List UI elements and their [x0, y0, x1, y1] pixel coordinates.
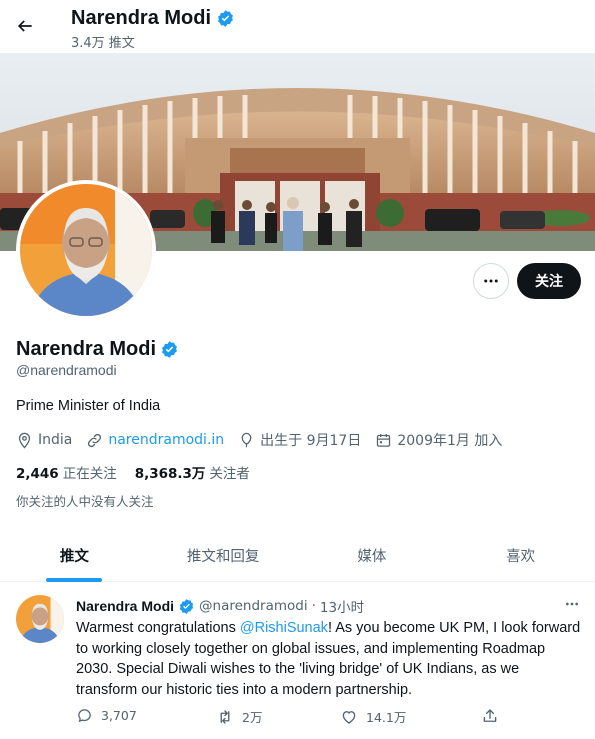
meta-birthday: 出生于 9月17日	[238, 430, 361, 450]
like-button[interactable]: 14.1万	[340, 707, 406, 726]
more-horizontal-icon	[566, 602, 578, 606]
profile-meta: India narendramodi.in 出生于 9月17日 2009年1月 …	[16, 430, 516, 450]
tweet-separator: ·	[311, 598, 316, 614]
tweet-time[interactable]: 13小时	[320, 596, 364, 616]
follow-stats: 2,446 正在关注 8,368.3万 关注者	[16, 462, 268, 482]
follow-button[interactable]: 关注	[517, 263, 581, 299]
header-name: Narendra Modi	[71, 7, 212, 29]
retweet-count: 2万	[242, 710, 263, 725]
header-title: Narendra Modi	[71, 7, 235, 30]
tweet-actions: 3,707 2万 14.1万	[76, 707, 581, 729]
avatar-portrait-image	[20, 184, 152, 316]
active-tab-indicator	[46, 578, 103, 582]
tweet[interactable]: Narendra Modi @narendramodi · 13小时 Warme…	[0, 583, 595, 739]
retweet-button[interactable]: 2万	[216, 707, 262, 726]
reply-icon	[78, 709, 91, 723]
following-stat[interactable]: 2,446 正在关注	[16, 462, 117, 482]
tweet-count: 3.4万 推文	[71, 36, 135, 51]
tweet-text-start: Warmest congratulations	[76, 620, 240, 636]
joined-text: 2009年1月 加入	[397, 433, 503, 449]
location-text: India	[38, 432, 73, 448]
website-link[interactable]: narendramodi.in	[108, 432, 224, 448]
like-heart-icon	[342, 710, 356, 724]
calendar-icon	[377, 433, 391, 447]
avatar-portrait-image	[16, 595, 64, 643]
meta-website: narendramodi.in	[86, 432, 224, 449]
tab-media[interactable]: 媒体	[298, 530, 447, 581]
tab-label: 推文和回复	[186, 549, 260, 565]
tab-label: 喜欢	[506, 549, 536, 565]
tab-likes[interactable]: 喜欢	[446, 530, 595, 581]
tweet-text: Warmest congratulations @RishiSunak! As …	[76, 618, 581, 700]
following-label: 正在关注	[62, 466, 117, 482]
mutual-followers-note: 你关注的人中没有人关注	[16, 494, 154, 509]
tweet-header: Narendra Modi @narendramodi · 13小时	[76, 596, 364, 616]
retweet-icon	[220, 709, 230, 724]
profile-name: Narendra Modi	[16, 338, 157, 360]
tab-label: 媒体	[357, 549, 387, 565]
tab-label: 推文	[59, 549, 89, 565]
meta-location: India	[16, 432, 72, 449]
like-count: 14.1万	[366, 710, 407, 725]
following-count: 2,446	[16, 466, 59, 482]
profile-handle: @narendramodi	[16, 362, 117, 378]
reply-button[interactable]: 3,707	[76, 707, 137, 724]
followers-stat[interactable]: 8,368.3万 关注者	[135, 462, 250, 482]
meta-joined: 2009年1月 加入	[375, 430, 502, 450]
birthday-text: 出生于 9月17日	[260, 433, 362, 449]
tweet-handle[interactable]: @narendramodi	[199, 598, 308, 614]
tweet-more-button[interactable]	[561, 595, 583, 613]
link-icon	[88, 433, 102, 447]
followers-count: 8,368.3万	[134, 466, 206, 482]
tab-tweets-and-replies[interactable]: 推文和回复	[149, 530, 298, 581]
share-icon	[483, 709, 497, 722]
reply-count: 3,707	[101, 708, 137, 723]
profile-bio: Prime Minister of India	[16, 398, 161, 414]
tab-tweets[interactable]: 推文	[0, 530, 149, 582]
tweet-author[interactable]: Narendra Modi	[76, 598, 174, 614]
top-bar: Narendra Modi 3.4万 推文	[0, 0, 595, 53]
avatar	[20, 184, 152, 316]
profile-name-row: Narendra Modi	[16, 338, 179, 361]
followers-label: 关注者	[209, 466, 250, 482]
more-horizontal-icon	[484, 279, 498, 283]
profile-tabs: 推文 推文和回复 媒体 喜欢	[0, 530, 595, 582]
verified-badge-icon	[162, 341, 177, 358]
verified-badge-icon	[179, 598, 194, 614]
back-arrow-icon	[17, 20, 32, 32]
tweet-avatar[interactable]	[16, 595, 64, 643]
location-icon	[18, 432, 31, 449]
back-button[interactable]	[10, 11, 40, 41]
verified-badge-icon	[218, 10, 233, 27]
profile-avatar[interactable]	[16, 180, 156, 320]
more-options-button[interactable]	[473, 263, 509, 299]
mention-link[interactable]: @RishiSunak	[240, 620, 328, 636]
birthday-balloon-icon	[241, 432, 252, 447]
share-button[interactable]	[481, 707, 499, 725]
